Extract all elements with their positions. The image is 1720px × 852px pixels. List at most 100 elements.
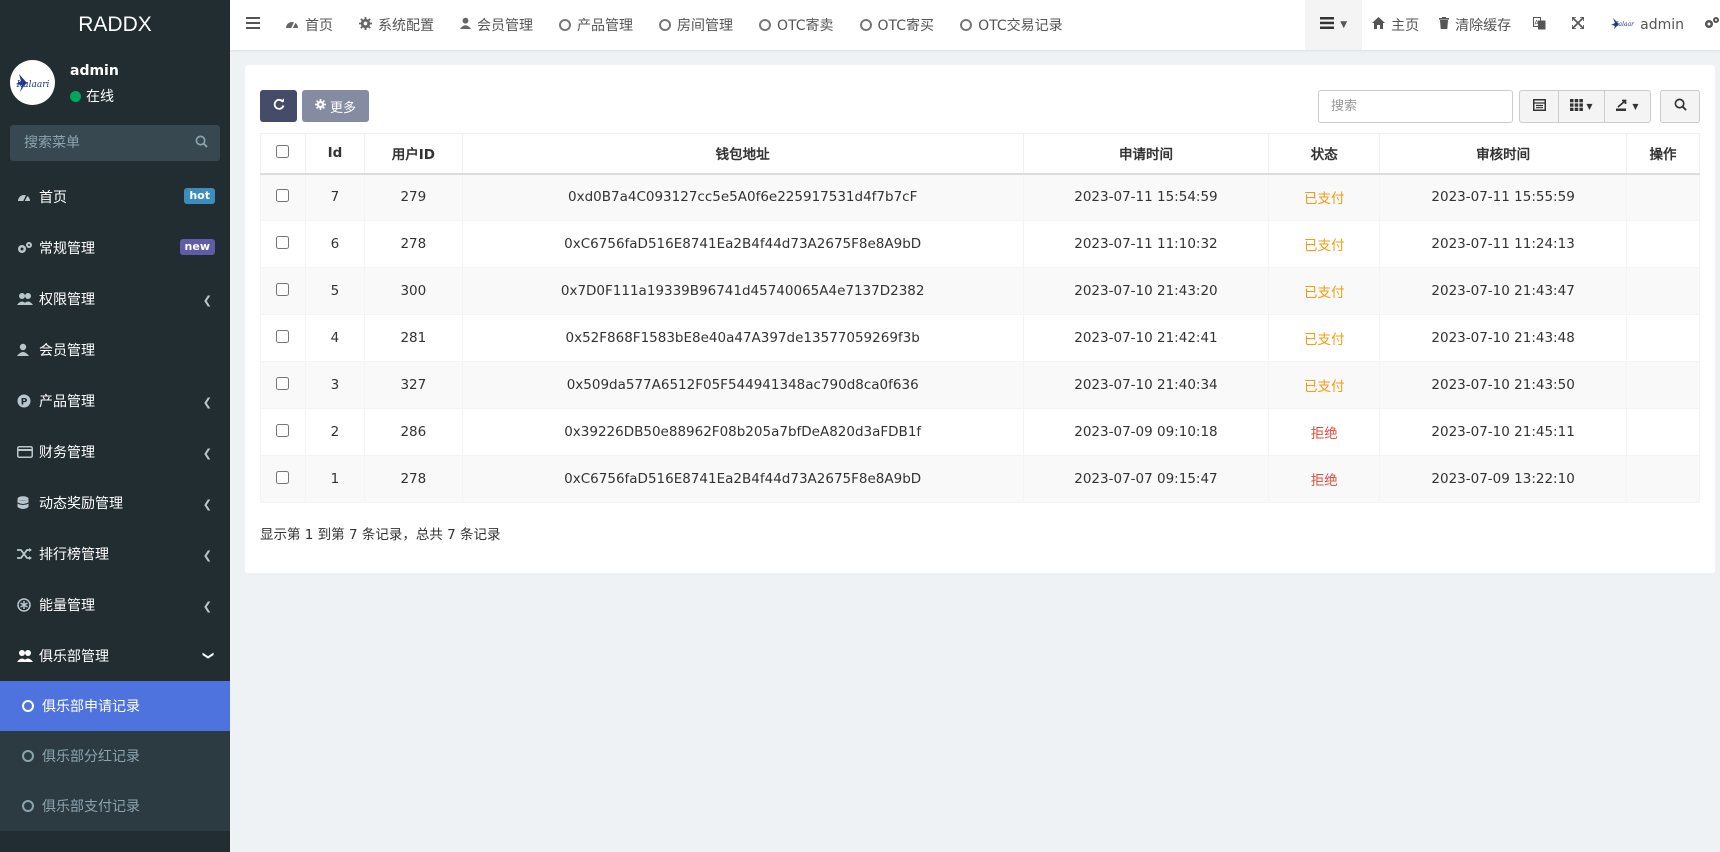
column-header-user-id[interactable]: 用户ID [363,133,463,175]
cell-status: 拒绝 [1268,455,1381,503]
chevron-left-icon: ❮ [202,396,212,409]
row-checkbox[interactable] [276,470,290,484]
row-checkbox[interactable] [276,235,290,249]
sidebar-item-finance[interactable]: 财务管理 ❮ [0,426,230,477]
cell-actions [1626,220,1700,268]
cell-wallet: 0xd0B7a4C093127cc5e5A0f6e225917531d4f7b7… [461,173,1024,221]
tab-products[interactable]: 产品管理 [546,0,646,50]
sidebar-subitem-club-applications[interactable]: 俱乐部申请记录 [0,681,230,731]
table-row: 6 278 0xC6756faD516E8741Ea2B4f44d73A2675… [260,220,1700,268]
circle-icon [960,19,973,31]
column-header-status[interactable]: 状态 [1268,133,1381,175]
tab-rooms[interactable]: 房间管理 [646,0,746,50]
row-checkbox[interactable] [276,188,290,202]
cell-apply-time: 2023-07-09 09:10:18 [1022,408,1270,456]
sidebar-item-ranking[interactable]: 排行榜管理 ❮ [0,528,230,579]
column-header-id[interactable]: Id [304,133,365,175]
hot-badge: hot [184,188,215,204]
cell-apply-time: 2023-07-07 09:15:47 [1022,455,1270,503]
clear-cache-button[interactable]: 清除缓存 [1429,0,1521,50]
trash-icon [1439,17,1450,33]
row-select-cell [260,408,306,456]
dashboard-icon [285,17,299,33]
status-text: 在线 [86,89,114,105]
sidebar-item-products[interactable]: P 产品管理 ❮ [0,375,230,426]
export-dropdown[interactable]: ▼ [1604,90,1651,123]
cell-user-id: 327 [363,361,463,409]
columns-dropdown[interactable]: ▼ [1558,90,1605,123]
refresh-button[interactable] [260,90,297,122]
column-header-wallet[interactable]: 钱包地址 [461,133,1024,175]
cell-actions [1626,361,1700,409]
tab-home[interactable]: 首页 [272,0,346,50]
export-icon [1616,99,1629,115]
sidebar-item-energy[interactable]: 能量管理 ❮ [0,579,230,630]
fullscreen-button[interactable] [1558,0,1598,50]
user-name: admin [70,63,119,79]
language-button[interactable]: A [1521,0,1558,50]
tab-otc-sell[interactable]: OTC寄卖 [746,0,847,50]
search-button[interactable] [1660,90,1700,123]
row-checkbox[interactable] [276,423,290,437]
cell-id: 7 [304,173,365,221]
grid-icon [1570,98,1584,115]
cell-actions [1626,314,1700,362]
cell-status: 已支付 [1268,314,1381,362]
row-checkbox[interactable] [276,282,290,296]
user-avatar-small: Kalaari [1610,16,1636,34]
sidebar-item-label: 俱乐部分红记录 [42,749,140,765]
sidebar-item-members[interactable]: 会员管理 [0,324,230,375]
select-all-checkbox[interactable] [276,144,290,158]
menu-search-input[interactable] [10,125,220,161]
translate-icon: A [1533,16,1546,34]
cell-wallet: 0x509da577A6512F05F544941348ac790d8ca0f6… [461,361,1024,409]
brand-logo[interactable]: RADDX [0,0,230,50]
column-header-apply-time[interactable]: 申请时间 [1022,133,1270,175]
tab-members[interactable]: 会员管理 [447,0,546,50]
chevron-left-icon: ❮ [202,600,212,613]
sidebar-item-permission[interactable]: 权限管理 ❮ [0,273,230,324]
tab-otc-records[interactable]: OTC交易记录 [947,0,1076,50]
asterisk-circle-icon [17,597,39,612]
cell-user-id: 281 [363,314,463,362]
tab-otc-buy[interactable]: OTC寄买 [847,0,948,50]
sidebar: RADDX Kalaari admin 在线 首页 hot 常规管理 new 权… [0,0,230,852]
table-search-input[interactable] [1318,90,1513,123]
tab-system-config[interactable]: 系统配置 [346,0,447,50]
nav-menu-dropdown[interactable]: ▼ [1305,0,1363,50]
sidebar-item-label: 会员管理 [39,342,95,359]
row-checkbox[interactable] [276,376,290,390]
column-header-review-time[interactable]: 审核时间 [1379,133,1627,175]
chevron-left-icon: ❮ [202,549,212,562]
cell-user-id: 278 [363,455,463,503]
row-select-cell [260,173,306,221]
row-checkbox[interactable] [276,329,290,343]
nav-home-link[interactable]: 主页 [1362,0,1429,50]
chevron-left-icon: ❮ [202,447,212,460]
cell-review-time: 2023-07-09 13:22:10 [1379,455,1627,503]
gear-icon [314,98,326,114]
user-menu[interactable]: Kalaari admin [1598,0,1696,50]
more-button[interactable]: 更多 [302,90,369,122]
tab-label: 首页 [305,18,333,34]
navbar-right: ▼ 主页 清除缓存 A Kalaari admin [1305,0,1720,50]
table-row: 4 281 0x52F868F1583bE8e40a47A397de135770… [260,314,1700,362]
cell-status: 已支付 [1268,173,1381,221]
search-icon[interactable] [195,135,208,152]
avatar: Kalaari [10,60,55,105]
club-submenu: 俱乐部申请记录 俱乐部分红记录 俱乐部支付记录 [0,681,230,831]
sidebar-subitem-club-dividends[interactable]: 俱乐部分红记录 [0,731,230,781]
svg-text:P: P [21,397,28,407]
sidebar-item-home[interactable]: 首页 hot [0,171,230,222]
sidebar-toggle[interactable] [230,0,272,50]
database-icon [17,495,39,510]
table-row: 7 279 0xd0B7a4C093127cc5e5A0f6e225917531… [260,173,1700,221]
settings-button[interactable] [1696,0,1720,50]
sidebar-item-club[interactable]: 俱乐部管理 ❮ [0,630,230,681]
sidebar-subitem-club-payments[interactable]: 俱乐部支付记录 [0,781,230,831]
toggle-view-button[interactable] [1519,90,1559,123]
tab-label: OTC交易记录 [978,18,1063,34]
sidebar-item-general[interactable]: 常规管理 new [0,222,230,273]
sidebar-item-rewards[interactable]: 动态奖励管理 ❮ [0,477,230,528]
sidebar-item-label: 权限管理 [39,291,95,308]
